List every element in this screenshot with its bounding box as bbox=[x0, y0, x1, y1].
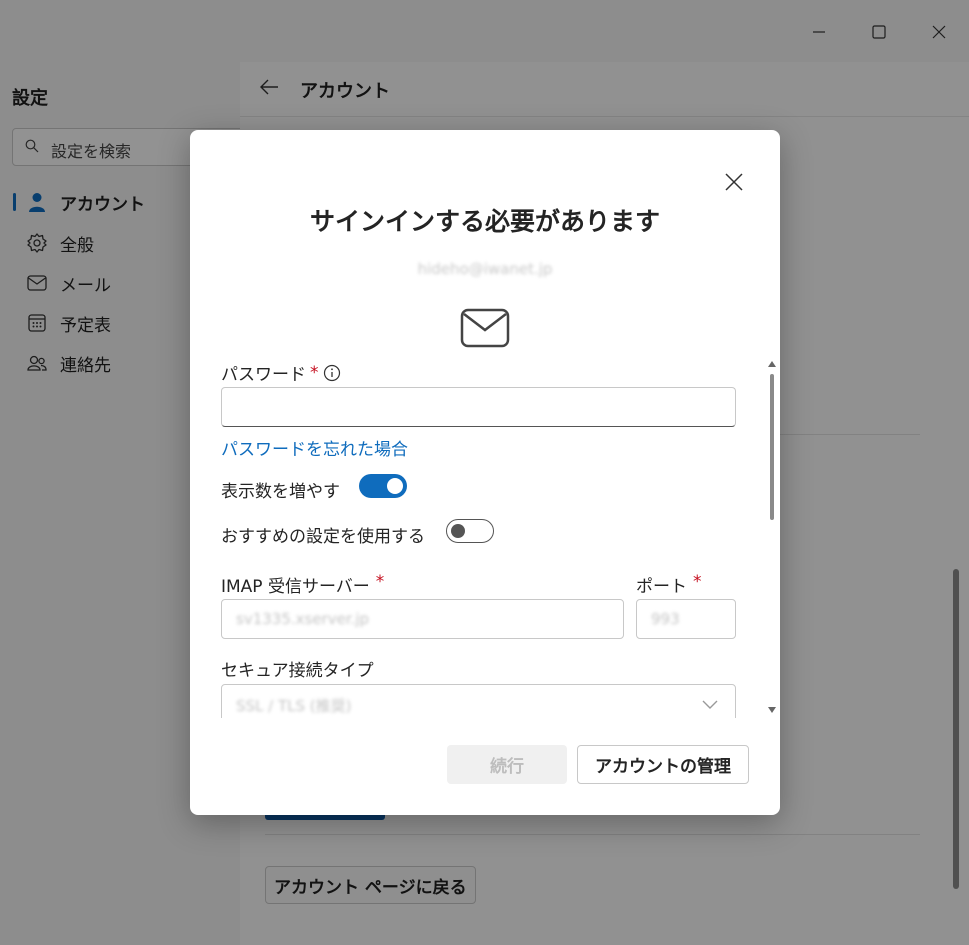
port-input[interactable]: 993 bbox=[636, 599, 736, 639]
use-recommended-toggle[interactable] bbox=[446, 519, 494, 543]
info-icon[interactable] bbox=[323, 364, 341, 382]
required-mark: * bbox=[375, 572, 385, 592]
dialog-title: サインインする必要があります bbox=[309, 207, 660, 236]
chevron-down-icon bbox=[702, 700, 718, 709]
required-mark: * bbox=[310, 362, 319, 383]
scrollbar-thumb[interactable] bbox=[770, 374, 774, 520]
imap-server-label-row: IMAP 受信サーバー * bbox=[221, 572, 384, 597]
imap-server-label: IMAP 受信サーバー bbox=[221, 577, 370, 597]
scroll-down-icon[interactable] bbox=[768, 706, 776, 714]
dialog-close-button[interactable] bbox=[720, 168, 748, 196]
imap-server-input[interactable]: sv1335.xserver.jp bbox=[221, 599, 624, 639]
scroll-up-icon[interactable] bbox=[768, 360, 776, 368]
imap-server-value: sv1335.xserver.jp bbox=[236, 610, 370, 628]
continue-button[interactable]: 続行 bbox=[447, 745, 567, 784]
toggle-knob bbox=[387, 478, 403, 494]
forgot-password-link[interactable]: パスワードを忘れた場合 bbox=[221, 435, 408, 460]
use-recommended-label: おすすめの設定を使用する bbox=[221, 527, 425, 547]
sign-in-dialog: サインインする必要があります hideho@iwanet.jp パスワード * … bbox=[190, 130, 780, 815]
manage-account-button[interactable]: アカウントの管理 bbox=[577, 745, 749, 784]
security-type-value: SSL / TLS (推奨) bbox=[236, 697, 352, 715]
password-input[interactable] bbox=[221, 387, 736, 427]
mail-icon bbox=[460, 308, 510, 348]
close-icon bbox=[725, 173, 743, 191]
password-label: パスワード bbox=[221, 365, 306, 385]
required-mark: * bbox=[693, 572, 702, 592]
security-type-select[interactable]: SSL / TLS (推奨) bbox=[221, 684, 736, 718]
show-more-toggle[interactable] bbox=[359, 474, 407, 498]
dialog-form: パスワード * パスワードを忘れた場合 表示数を増やす おすすめの設定を使用する… bbox=[190, 358, 780, 718]
security-type-label: セキュア接続タイプ bbox=[221, 661, 374, 681]
show-more-label: 表示数を増やす bbox=[221, 482, 340, 502]
password-label-row: パスワード * bbox=[221, 360, 341, 385]
account-email: hideho@iwanet.jp bbox=[417, 260, 553, 278]
port-label: ポート bbox=[636, 577, 687, 597]
port-value: 993 bbox=[651, 610, 680, 628]
toggle-knob bbox=[451, 524, 465, 538]
dialog-scrollbar[interactable] bbox=[768, 360, 776, 716]
port-label-row: ポート * bbox=[636, 572, 702, 597]
